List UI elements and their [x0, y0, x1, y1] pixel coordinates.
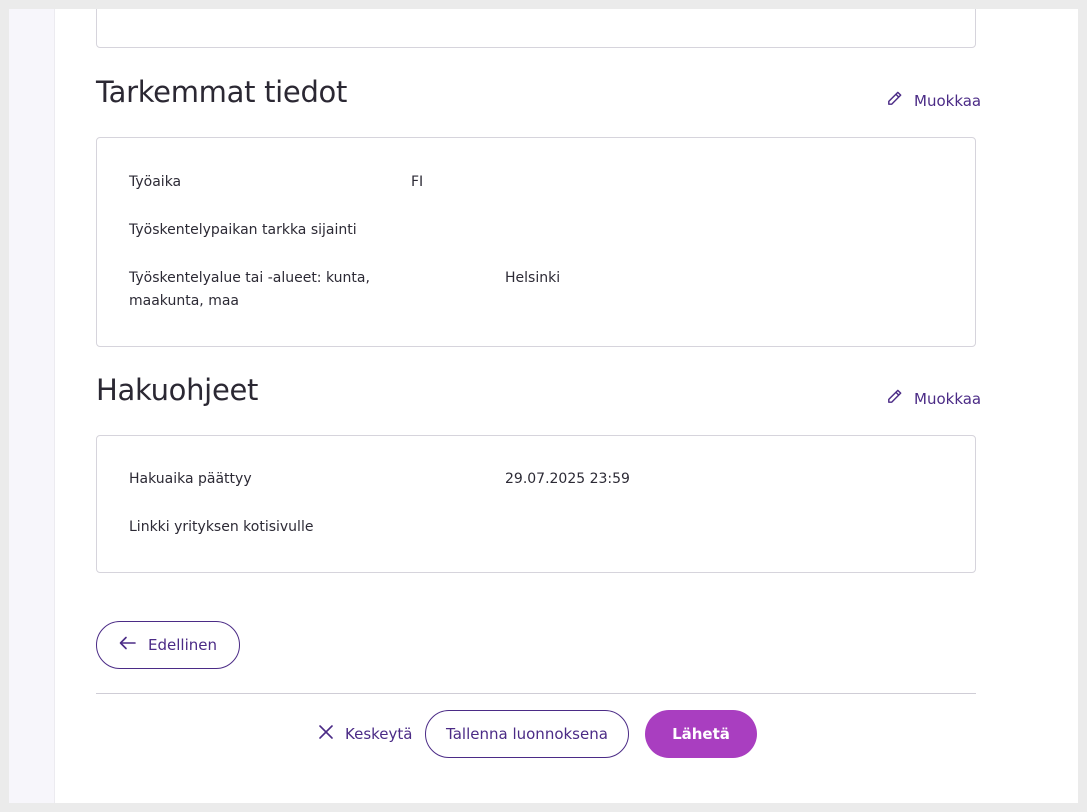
- details-card: Työaika FI Työskentelypaikan tarkka sija…: [96, 137, 976, 347]
- pencil-icon: [885, 89, 904, 112]
- previous-section-card: [96, 9, 976, 48]
- instructions-row-homepage: Linkki yrityksen kotisivulle: [129, 516, 313, 539]
- homepage-label: Linkki yrityksen kotisivulle: [129, 519, 314, 535]
- deadline-label: Hakuaika päättyy: [129, 471, 252, 487]
- instructions-edit-label: Muokkaa: [914, 389, 982, 408]
- close-icon: [318, 724, 334, 744]
- pencil-icon: [885, 387, 904, 410]
- area-label-line2: maakunta, maa: [129, 293, 239, 309]
- details-edit-label: Muokkaa: [914, 91, 982, 110]
- instructions-row-deadline: Hakuaika päättyy: [129, 468, 252, 491]
- save-draft-button[interactable]: Tallenna luonnoksena: [425, 710, 629, 758]
- arrow-left-icon: [119, 636, 136, 654]
- instructions-edit-link[interactable]: Muokkaa: [885, 387, 981, 410]
- page-frame: Tarkemmat tiedot Muokkaa Työaika FI Työs…: [9, 9, 1078, 803]
- details-row-worktime: Työaika: [129, 171, 181, 194]
- location-label: Työskentelypaikan tarkka sijainti: [129, 222, 357, 238]
- cancel-button[interactable]: Keskeytä: [318, 721, 412, 747]
- cancel-button-label: Keskeytä: [345, 725, 413, 743]
- details-row-area: Työskentelyalue tai -alueet: kunta, maak…: [129, 267, 370, 313]
- left-sidebar-strip: [9, 9, 55, 803]
- details-row-location: Työskentelypaikan tarkka sijainti: [129, 219, 357, 242]
- area-value: Helsinki: [505, 270, 561, 286]
- send-button[interactable]: Lähetä: [645, 710, 757, 758]
- send-button-label: Lähetä: [672, 725, 730, 743]
- worktime-label: Työaika: [129, 174, 182, 190]
- details-section-title: Tarkemmat tiedot: [96, 75, 348, 109]
- deadline-value: 29.07.2025 23:59: [505, 471, 630, 487]
- previous-button-label: Edellinen: [148, 636, 217, 654]
- footer-divider: [96, 693, 976, 694]
- area-label-line1: Työskentelyalue tai -alueet: kunta,: [129, 270, 370, 286]
- worktime-value: FI: [411, 174, 424, 190]
- instructions-section-title: Hakuohjeet: [96, 373, 259, 407]
- instructions-card: Hakuaika päättyy 29.07.2025 23:59 Linkki…: [96, 435, 976, 573]
- details-edit-link[interactable]: Muokkaa: [885, 89, 981, 112]
- previous-button[interactable]: Edellinen: [96, 621, 240, 669]
- save-draft-label: Tallenna luonnoksena: [446, 725, 608, 743]
